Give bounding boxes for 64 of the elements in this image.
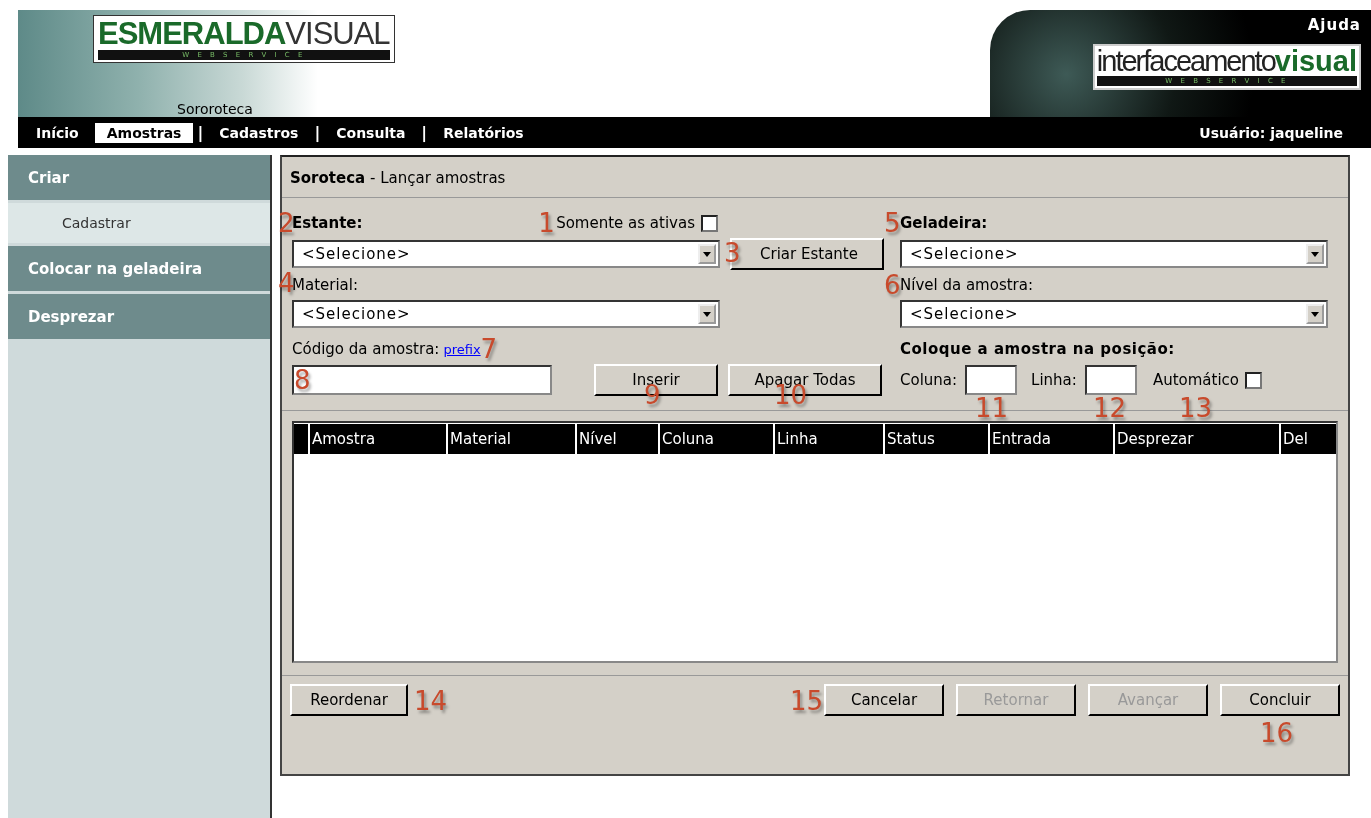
nav-tab[interactable]: Amostras [94,122,194,143]
dropdown-select[interactable]: <Selecione> [292,240,720,268]
help-link[interactable]: Ajuda [1307,16,1361,34]
table-header-cell: Linha [775,424,883,454]
dropdown-select[interactable]: <Selecione> [292,300,720,328]
field-label: Estante: [292,214,363,232]
dropdown-arrow-icon [1311,311,1319,317]
checkbox[interactable] [701,214,718,232]
nav-separator: | [314,123,321,142]
callout-number: 13 [1178,395,1212,421]
sample-code-field[interactable] [292,365,552,395]
column-field[interactable] [965,365,1018,395]
table-header-cell: Coluna [660,424,773,454]
dropdown-select[interactable]: <Selecione> [900,300,1328,328]
dropdown-arrow-icon [703,251,711,257]
table-header-cell: Amostra [310,424,446,454]
table-header-cell: Status [885,424,988,454]
table-header-cell: Entrada [990,424,1113,454]
dropdown-select[interactable]: <Selecione> [900,240,1328,268]
checkbox[interactable] [1245,371,1262,389]
nav-tab[interactable]: Cadastros [207,122,311,143]
callout-number: 1 [538,210,555,236]
callout-number: 6 [884,272,901,298]
field-label: Material: [292,276,358,294]
table-header-cell: Nível [577,424,658,454]
table-header-cell [294,424,308,454]
table-header-cell: Material [448,424,575,454]
table-header-cell: Desprezar [1115,424,1279,454]
nav-separator: | [197,123,204,142]
sidebar-section[interactable]: Criar [8,155,270,200]
user-name: Usuário: jaqueline [1199,124,1344,141]
table-header-cell: Del [1281,424,1336,454]
section-heading: Coloque a amostra na posição: [900,340,1175,358]
footer-button[interactable]: Reordenar [290,684,408,716]
callout-number: 7 [480,335,498,362]
panel-title: Soroteca - Lançar amostras [282,157,1348,198]
checkbox-label: Somente as ativas [556,214,695,232]
footer-button[interactable]: Concluir [1220,684,1340,716]
sidebar-section[interactable]: Colocar na geladeira [8,246,270,291]
nav-separator: | [421,123,428,142]
field-label: Nível da amostra: [900,276,1033,294]
nav-tab[interactable]: Relatórios [431,122,536,143]
sidebar-section[interactable]: Desprezar [8,294,270,339]
nav-tab[interactable]: Início [24,122,91,143]
dropdown-arrow-icon [703,311,711,317]
field-label: Linha: [1031,371,1077,389]
sidebar-item[interactable]: Cadastrar [8,203,270,243]
row-field[interactable] [1084,365,1137,395]
callout-number: 8 [294,367,311,393]
nav-tab[interactable]: Consulta [324,122,418,143]
field-label: Código da amostra: [292,340,440,358]
checkbox-label: Automático [1152,371,1239,389]
dropdown-arrow-icon [1311,251,1319,257]
callout-number: 12 [1092,395,1126,421]
site-name: Sororoteca [177,101,253,117]
field-label: Geladeira: [900,214,988,232]
callout-number: 5 [884,210,901,236]
callout-number: 16 [1260,720,1294,746]
callout-number: 11 [975,395,1009,421]
callout-number: 14 [414,688,448,714]
footer-button[interactable]: Cancelar [824,684,944,716]
field-label: Coluna: [900,371,958,389]
prefix-link[interactable]: prefix [443,341,481,357]
callout-number: 15 [790,688,824,714]
